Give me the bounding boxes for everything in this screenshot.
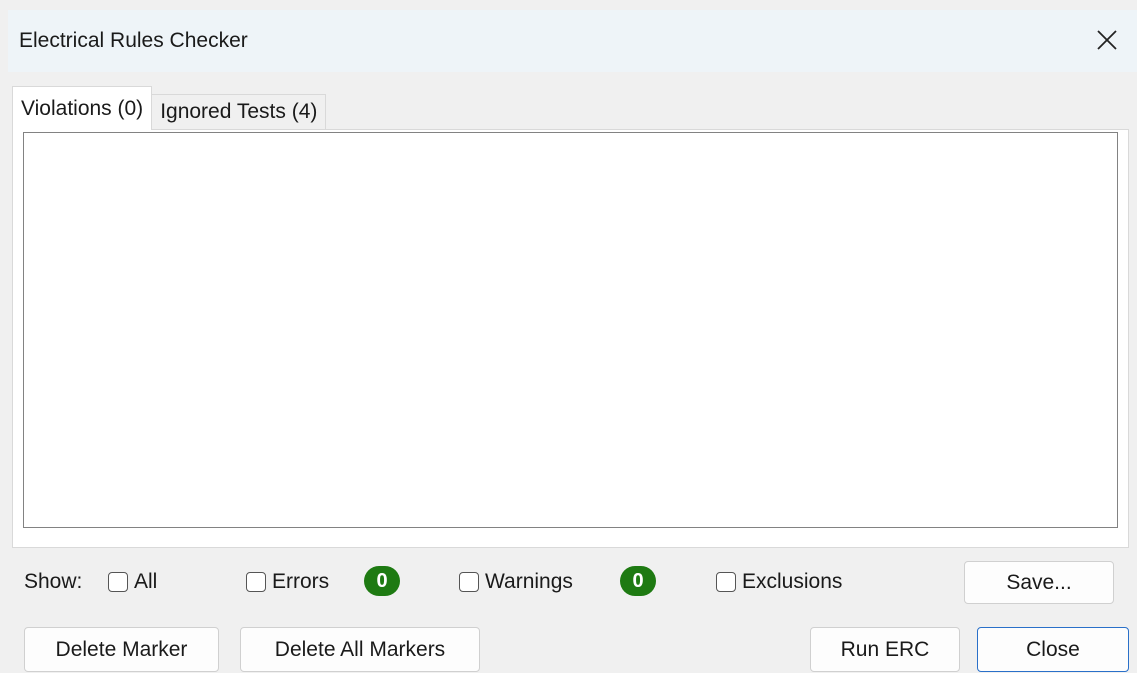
- tab-bar: Violations (0) Ignored Tests (4): [12, 86, 327, 130]
- errors-checkbox[interactable]: Errors: [246, 568, 329, 596]
- tab-panel: [12, 129, 1129, 548]
- warnings-count-badge: 0: [620, 566, 656, 596]
- all-label: All: [134, 570, 158, 593]
- close-icon[interactable]: [1091, 24, 1123, 56]
- errors-count-badge: 0: [364, 566, 400, 596]
- checkbox-box[interactable]: [716, 572, 736, 592]
- delete-marker-button[interactable]: Delete Marker: [24, 627, 219, 672]
- exclusions-checkbox[interactable]: Exclusions: [716, 568, 842, 596]
- checkbox-box[interactable]: [108, 572, 128, 592]
- show-label: Show:: [24, 570, 83, 593]
- delete-all-markers-button[interactable]: Delete All Markers: [240, 627, 480, 672]
- save-button[interactable]: Save...: [964, 561, 1114, 604]
- errors-label: Errors: [272, 570, 330, 593]
- warnings-label: Warnings: [485, 570, 573, 593]
- close-button[interactable]: Close: [977, 627, 1129, 672]
- dialog-title: Electrical Rules Checker: [19, 29, 248, 52]
- title-bar: Electrical Rules Checker: [8, 10, 1137, 72]
- run-erc-button[interactable]: Run ERC: [810, 627, 960, 672]
- exclusions-label: Exclusions: [742, 570, 843, 593]
- violations-list[interactable]: [23, 132, 1118, 528]
- checkbox-box[interactable]: [246, 572, 266, 592]
- tab-ignored-tests[interactable]: Ignored Tests (4): [152, 94, 327, 130]
- checkbox-box[interactable]: [459, 572, 479, 592]
- tab-violations[interactable]: Violations (0): [12, 86, 153, 130]
- erc-dialog: Electrical Rules Checker Violations (0) …: [0, 0, 1137, 673]
- warnings-checkbox[interactable]: Warnings: [459, 568, 573, 596]
- filter-row: Show: All Errors 0 Warnings 0 Exclusions: [24, 562, 1124, 602]
- all-checkbox[interactable]: All: [108, 568, 157, 596]
